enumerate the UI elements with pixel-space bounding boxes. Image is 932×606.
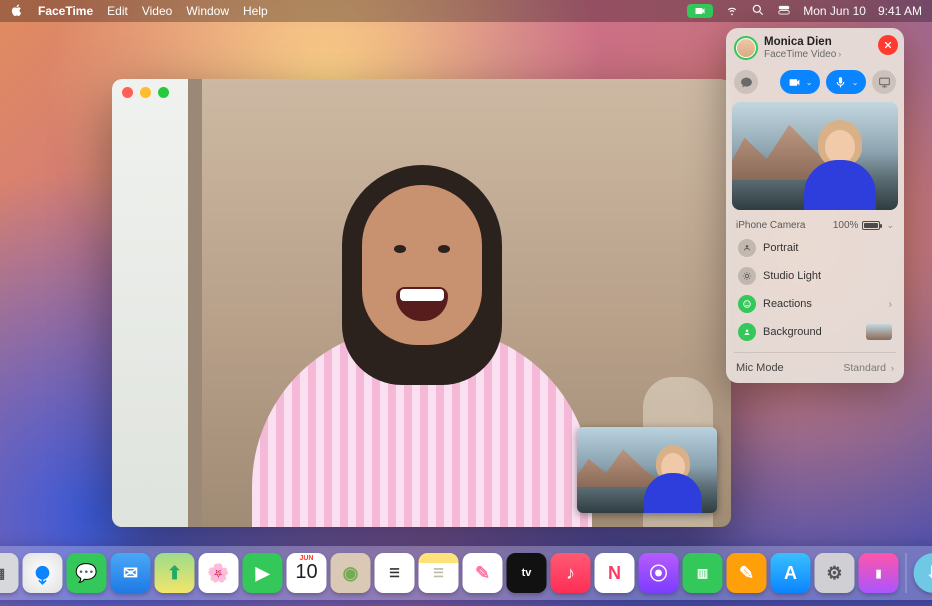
option-background[interactable]: Background <box>732 318 898 346</box>
dock-facetime[interactable]: ▶ <box>243 553 283 593</box>
window-fullscreen-button[interactable] <box>158 87 169 98</box>
dock-notes[interactable]: ☰ <box>419 553 459 593</box>
background-icon <box>738 323 756 341</box>
camera-toggle-button[interactable]: ⌄ <box>780 70 820 94</box>
chevron-right-icon: › <box>889 299 892 310</box>
dock-maps[interactable]: ⬆ <box>155 553 195 593</box>
menubar-app-name[interactable]: FaceTime <box>38 4 93 18</box>
dock-news[interactable]: N <box>595 553 635 593</box>
camera-indicator[interactable] <box>687 4 713 18</box>
mic-toggle-button[interactable]: ⌄ <box>826 70 866 94</box>
chevron-down-icon: ⌄ <box>852 78 859 87</box>
dock: ☺ ▦ ⧭ 💬 ✉ ⬆ 🌸 ▶ JUN 10 ◉ ☰ ☰ ✎ tv ♪ N ⦿ … <box>0 546 932 600</box>
dock-safari[interactable]: ⧭ <box>23 553 63 593</box>
portrait-icon <box>738 239 756 257</box>
option-label: Studio Light <box>763 270 821 282</box>
dock-calendar[interactable]: JUN 10 <box>287 553 327 593</box>
background-thumbnail <box>866 324 892 340</box>
menu-video[interactable]: Video <box>142 4 172 18</box>
dock-podcasts[interactable]: ⦿ <box>639 553 679 593</box>
menu-help[interactable]: Help <box>243 4 268 18</box>
dock-downloads[interactable]: ⬇ <box>914 553 932 593</box>
menu-edit[interactable]: Edit <box>107 4 128 18</box>
dock-music[interactable]: ♪ <box>551 553 591 593</box>
self-preview <box>732 102 898 210</box>
dock-contacts[interactable]: ◉ <box>331 553 371 593</box>
dock-mail[interactable]: ✉ <box>111 553 151 593</box>
call-controls-row: ⌄ ⌄ <box>726 66 904 102</box>
dock-numbers[interactable]: ▥ <box>683 553 723 593</box>
camera-source-row[interactable]: iPhone Camera 100% ⌄ <box>726 216 904 234</box>
battery-percent: 100% <box>833 220 859 231</box>
screen-share-button[interactable] <box>872 70 896 94</box>
menubar-time[interactable]: 9:41 AM <box>878 4 922 18</box>
chevron-down-icon: ⌄ <box>806 78 813 87</box>
dock-messages[interactable]: 💬 <box>67 553 107 593</box>
spotlight-icon[interactable] <box>751 3 765 20</box>
menubar: FaceTime Edit Video Window Help Mon Jun … <box>0 0 932 22</box>
control-center-icon[interactable] <box>777 3 791 20</box>
wifi-icon[interactable] <box>725 3 739 20</box>
dock-iphone-mirroring[interactable]: ▮ <box>859 553 899 593</box>
chevron-right-icon: › <box>838 49 841 59</box>
facetime-window[interactable] <box>112 79 731 527</box>
dock-photos[interactable]: 🌸 <box>199 553 239 593</box>
menubar-date[interactable]: Mon Jun 10 <box>803 4 866 18</box>
dock-appstore[interactable]: A <box>771 553 811 593</box>
chevron-down-icon: ⌄ <box>886 220 894 231</box>
dock-divider <box>906 553 907 593</box>
camera-source-label: iPhone Camera <box>736 220 805 231</box>
option-label: Portrait <box>763 242 798 254</box>
call-type-label[interactable]: FaceTime Video <box>764 49 836 60</box>
messages-button[interactable] <box>734 70 758 94</box>
window-close-button[interactable] <box>122 87 133 98</box>
dock-launchpad[interactable]: ▦ <box>0 553 19 593</box>
dock-reminders[interactable]: ☰ <box>375 553 415 593</box>
dock-pages[interactable]: ✎ <box>727 553 767 593</box>
option-reactions[interactable]: Reactions › <box>732 290 898 318</box>
calendar-day: 10 <box>295 562 317 582</box>
caller-avatar <box>734 36 758 60</box>
window-minimize-button[interactable] <box>140 87 151 98</box>
end-call-button[interactable] <box>878 35 898 55</box>
desktop: FaceTime Edit Video Window Help Mon Jun … <box>0 0 932 606</box>
panel-header: Monica Dien FaceTime Video› <box>726 28 904 66</box>
facetime-control-panel: Monica Dien FaceTime Video› ⌄ ⌄ <box>726 28 904 383</box>
window-traffic-lights <box>122 87 169 98</box>
battery-icon <box>862 221 880 230</box>
dock-tv[interactable]: tv <box>507 553 547 593</box>
option-studio-light[interactable]: Studio Light <box>732 262 898 290</box>
self-view-pip[interactable] <box>577 427 717 513</box>
mic-mode-label: Mic Mode <box>736 362 784 374</box>
option-label: Background <box>763 326 822 338</box>
apple-logo-icon[interactable] <box>10 3 24 20</box>
menu-window[interactable]: Window <box>186 4 229 18</box>
studio-light-icon <box>738 267 756 285</box>
reactions-icon <box>738 295 756 313</box>
option-portrait[interactable]: Portrait <box>732 234 898 262</box>
dock-freeform[interactable]: ✎ <box>463 553 503 593</box>
mic-mode-value: Standard <box>843 362 886 374</box>
caller-name: Monica Dien <box>764 36 841 49</box>
mic-mode-row[interactable]: Mic Mode Standard › <box>726 355 904 383</box>
chevron-right-icon: › <box>891 363 894 373</box>
option-label: Reactions <box>763 298 812 310</box>
remote-caller-video <box>242 127 602 527</box>
dock-settings[interactable]: ⚙ <box>815 553 855 593</box>
